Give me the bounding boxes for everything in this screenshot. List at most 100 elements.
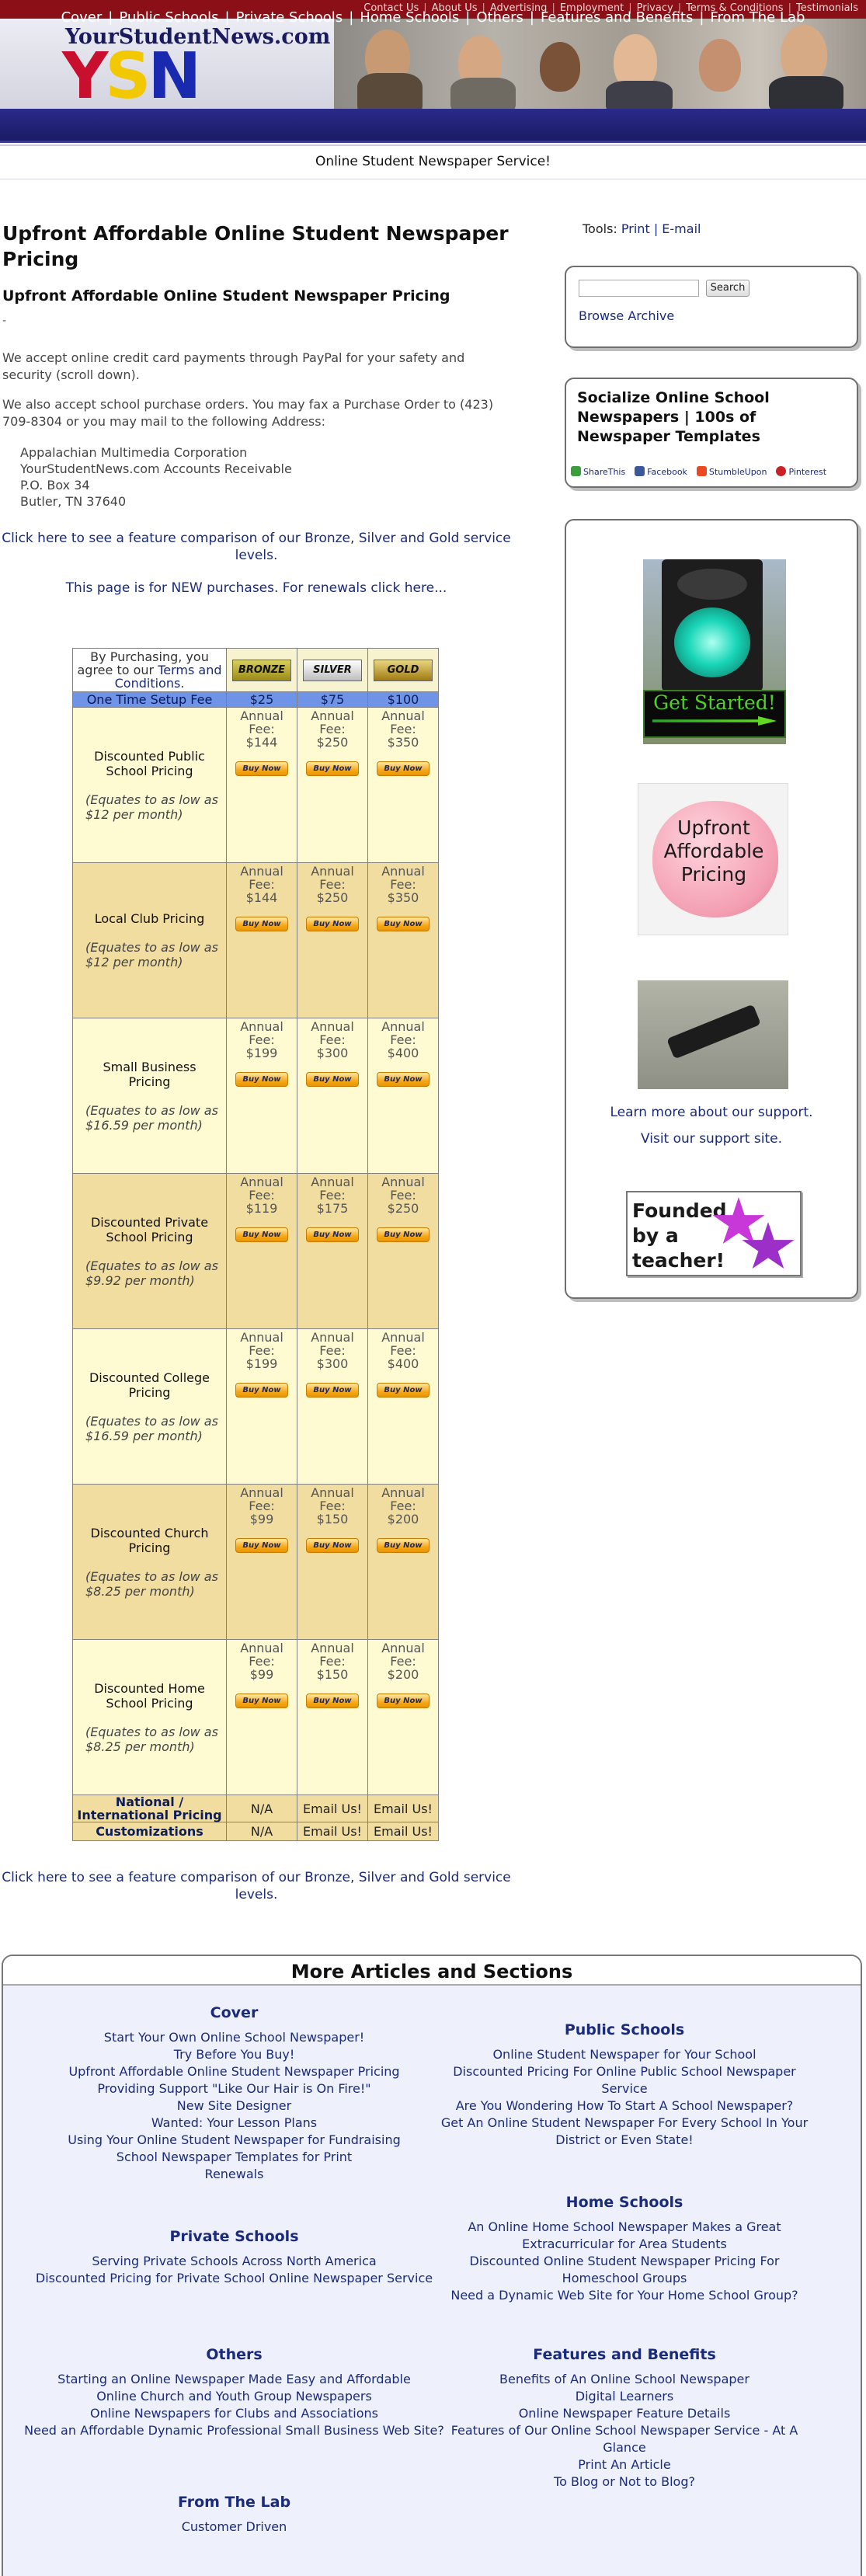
plan-monthly-note: (Equates to as low as $8.25 per month) bbox=[85, 1724, 218, 1754]
national-silver[interactable]: Email Us! bbox=[297, 1794, 368, 1822]
custom-silver[interactable]: Email Us! bbox=[297, 1822, 368, 1841]
article-link[interactable]: Need an Affordable Dynamic Professional … bbox=[19, 2422, 450, 2439]
buy-now-button[interactable]: Buy Now bbox=[306, 1694, 359, 1708]
plan-monthly-note: (Equates to as low as $9.92 per month) bbox=[85, 1258, 218, 1288]
article-link[interactable]: To Blog or Not to Blog? bbox=[430, 2473, 819, 2491]
article-link[interactable]: Using Your Online Student Newspaper for … bbox=[19, 2132, 450, 2149]
get-started-button[interactable]: Get Started! bbox=[643, 690, 786, 738]
article-link[interactable]: School Newspaper Templates for Print bbox=[19, 2149, 450, 2166]
article-link[interactable]: Discounted Online Student Newspaper Pric… bbox=[430, 2253, 819, 2287]
article-link[interactable]: Online Newspaper Feature Details bbox=[430, 2405, 819, 2422]
buy-now-button[interactable]: Buy Now bbox=[377, 1694, 430, 1708]
usb-drive-image[interactable] bbox=[638, 980, 788, 1089]
buy-now-button[interactable]: Buy Now bbox=[306, 1072, 359, 1087]
section-title[interactable]: Others bbox=[19, 2346, 450, 2363]
section-title[interactable]: Features and Benefits bbox=[430, 2346, 819, 2363]
buy-now-button[interactable]: Buy Now bbox=[377, 761, 430, 776]
article-link[interactable]: Renewals bbox=[19, 2166, 450, 2183]
buy-now-button[interactable]: Buy Now bbox=[377, 1072, 430, 1087]
plan-price-bronze: Annual Fee: $199 Buy Now bbox=[226, 1018, 297, 1174]
article-link[interactable]: Get An Online Student Newspaper For Ever… bbox=[430, 2115, 819, 2149]
article-link[interactable]: Upfront Affordable Online Student Newspa… bbox=[19, 2063, 450, 2080]
visit-support-link[interactable]: Visit our support site. bbox=[566, 1131, 857, 1147]
renewals-link[interactable]: This page is for NEW purchases. For rene… bbox=[0, 580, 513, 597]
article-link[interactable]: Print An Article bbox=[430, 2456, 819, 2473]
article-link[interactable]: Providing Support "Like Our Hair is On F… bbox=[19, 2080, 450, 2097]
buy-now-button[interactable]: Buy Now bbox=[306, 1227, 359, 1242]
article-link[interactable]: Online Student Newspaper for Your School bbox=[430, 2046, 819, 2063]
pinterest-button[interactable]: Pinterest bbox=[776, 466, 826, 477]
annual-fee-value: $350 bbox=[387, 890, 419, 905]
nav-home-schools[interactable]: Home Schools bbox=[360, 9, 459, 26]
nav-features-benefits[interactable]: Features and Benefits bbox=[541, 9, 693, 26]
article-link[interactable]: Discounted Pricing For Online Public Sch… bbox=[430, 2063, 819, 2097]
annual-fee-value: $250 bbox=[387, 1201, 419, 1216]
stumbleupon-button[interactable]: StumbleUpon bbox=[696, 466, 767, 477]
founded-by-teacher-badge[interactable]: Founded by a teacher! bbox=[626, 1191, 802, 1276]
search-input[interactable] bbox=[579, 280, 699, 297]
mailing-address: Appalachian Multimedia Corporation YourS… bbox=[20, 444, 292, 510]
section-title[interactable]: Private Schools bbox=[19, 2228, 450, 2245]
nav-others[interactable]: Others bbox=[476, 9, 523, 26]
pricing-row: Discounted Home School Pricing (Equates t… bbox=[72, 1639, 439, 1795]
article-link[interactable]: Start Your Own Online School Newspaper! bbox=[19, 2029, 450, 2046]
buy-now-button[interactable]: Buy Now bbox=[306, 1538, 359, 1553]
article-link[interactable]: Features of Our Online School Newspaper … bbox=[430, 2422, 819, 2456]
sharethis-button[interactable]: ShareThis bbox=[571, 466, 625, 477]
browse-archive-link[interactable]: Browse Archive bbox=[579, 308, 674, 323]
nav-private-schools[interactable]: Private Schools bbox=[236, 9, 343, 26]
buy-now-button[interactable]: Buy Now bbox=[306, 761, 359, 776]
more-articles-title: More Articles and Sections bbox=[290, 1961, 573, 1982]
article-link[interactable]: Benefits of An Online School Newspaper bbox=[430, 2371, 819, 2388]
article-link[interactable]: Serving Private Schools Across North Ame… bbox=[19, 2253, 450, 2270]
article-link[interactable]: An Online Home School Newspaper Makes a … bbox=[430, 2219, 819, 2253]
article-link[interactable]: Discounted Pricing for Private School On… bbox=[19, 2270, 450, 2287]
tools-label: Tools: bbox=[583, 221, 617, 236]
buy-now-button[interactable]: Buy Now bbox=[235, 1383, 288, 1398]
feature-comparison-link[interactable]: Click here to see a feature comparison o… bbox=[0, 530, 513, 564]
article-link[interactable]: Need a Dynamic Web Site for Your Home Sc… bbox=[430, 2287, 819, 2304]
article-link[interactable]: New Site Designer bbox=[19, 2097, 450, 2115]
article-link[interactable]: Digital Learners bbox=[430, 2388, 819, 2405]
article-link[interactable]: Wanted: Your Lesson Plans bbox=[19, 2115, 450, 2132]
buy-now-button[interactable]: Buy Now bbox=[377, 917, 430, 931]
article-link[interactable]: Online Newspapers for Clubs and Associat… bbox=[19, 2405, 450, 2422]
national-gold[interactable]: Email Us! bbox=[367, 1794, 439, 1822]
article-link[interactable]: Try Before You Buy! bbox=[19, 2046, 450, 2063]
buy-now-button[interactable]: Buy Now bbox=[235, 1694, 288, 1708]
buy-now-button[interactable]: Buy Now bbox=[235, 1072, 288, 1087]
custom-gold[interactable]: Email Us! bbox=[367, 1822, 439, 1841]
facebook-button[interactable]: Facebook bbox=[635, 466, 687, 477]
buy-now-button[interactable]: Buy Now bbox=[377, 1538, 430, 1553]
nav-public-schools[interactable]: Public Schools bbox=[119, 9, 218, 26]
pricing-row: Small Business Pricing (Equates to as low… bbox=[72, 1018, 439, 1174]
article-link[interactable]: Online Church and Youth Group Newspapers bbox=[19, 2388, 450, 2405]
annual-fee-value: $144 bbox=[245, 735, 278, 750]
search-button[interactable]: Search bbox=[706, 280, 749, 297]
learn-support-link[interactable]: Learn more about our support. bbox=[566, 1105, 857, 1120]
buy-now-button[interactable]: Buy Now bbox=[306, 917, 359, 931]
article-link[interactable]: Are You Wondering How To Start A School … bbox=[430, 2097, 819, 2115]
section-title[interactable]: From The Lab bbox=[19, 2494, 450, 2511]
buy-now-button[interactable]: Buy Now bbox=[377, 1227, 430, 1242]
buy-now-button[interactable]: Buy Now bbox=[235, 1538, 288, 1553]
ysn-logo[interactable]: YSN bbox=[62, 45, 201, 109]
piggy-bank-image[interactable]: Upfront Affordable Pricing bbox=[638, 783, 788, 935]
nav-cover[interactable]: Cover bbox=[61, 9, 103, 26]
article-link[interactable]: Customer Driven bbox=[19, 2519, 450, 2536]
email-link[interactable]: E-mail bbox=[662, 221, 701, 236]
buy-now-button[interactable]: Buy Now bbox=[235, 1227, 288, 1242]
buy-now-button[interactable]: Buy Now bbox=[306, 1383, 359, 1398]
nav-from-the-lab[interactable]: From The Lab bbox=[710, 9, 805, 26]
feature-comparison-link-bottom[interactable]: Click here to see a feature comparison o… bbox=[0, 1869, 513, 1903]
section-title[interactable]: Home Schools bbox=[430, 2194, 819, 2211]
buy-now-button[interactable]: Buy Now bbox=[377, 1383, 430, 1398]
buy-now-button[interactable]: Buy Now bbox=[235, 917, 288, 931]
section-title[interactable]: Cover bbox=[19, 2004, 450, 2021]
section-title[interactable]: Public Schools bbox=[430, 2021, 819, 2038]
buy-now-button[interactable]: Buy Now bbox=[235, 761, 288, 776]
print-link[interactable]: Print bbox=[621, 221, 650, 236]
traffic-light-image[interactable]: Get Started! bbox=[643, 559, 786, 744]
tools-bar: Tools: Print | E-mail bbox=[583, 221, 701, 236]
article-link[interactable]: Starting an Online Newspaper Made Easy a… bbox=[19, 2371, 450, 2388]
